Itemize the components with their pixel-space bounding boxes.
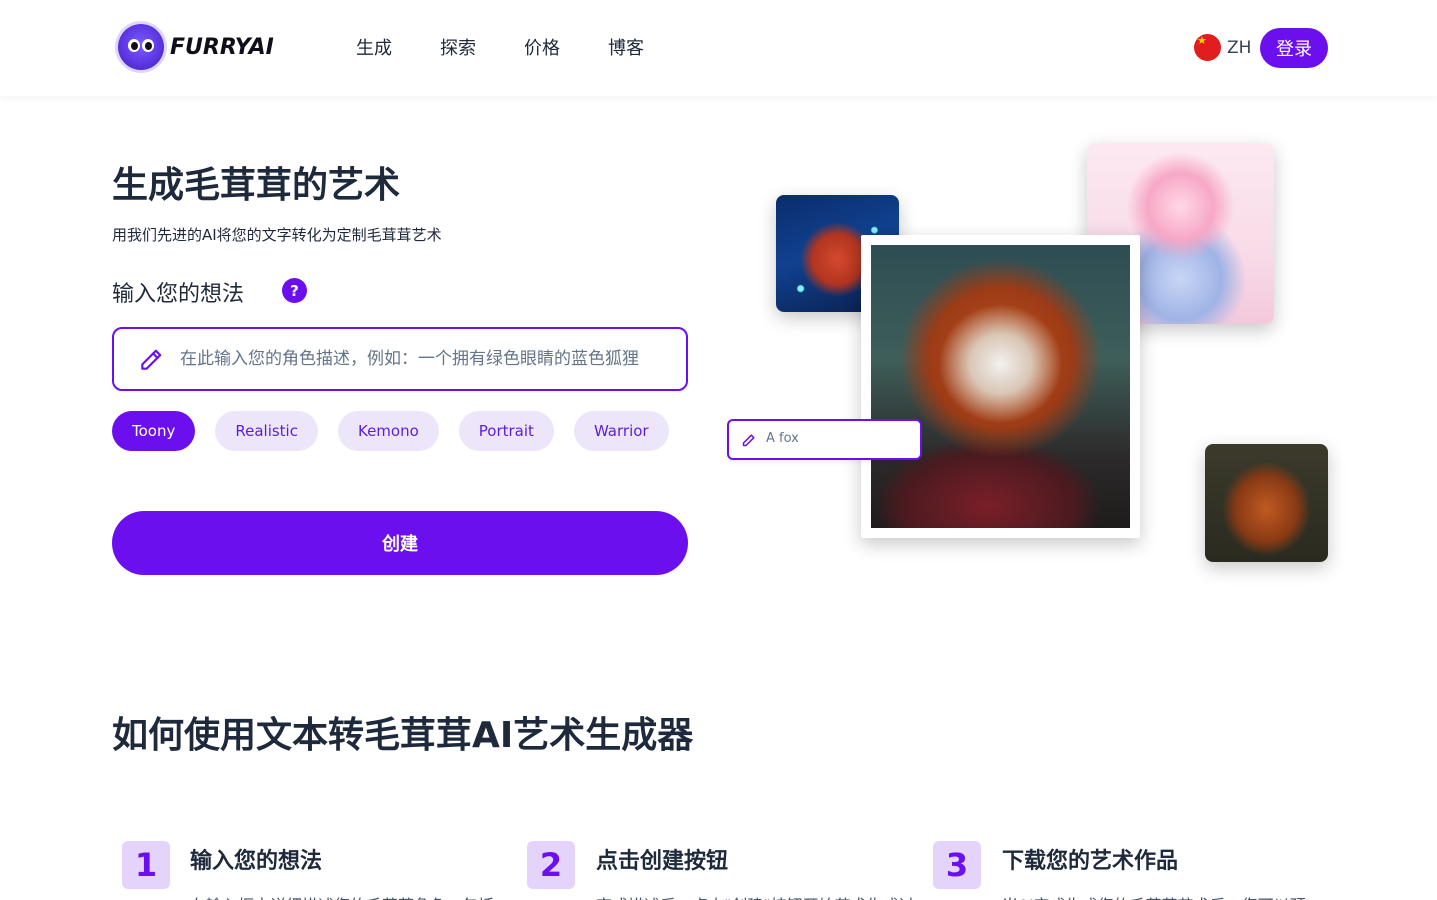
nav-blog[interactable]: 博客 — [608, 34, 644, 60]
sample-image-realistic-fox — [1205, 444, 1328, 562]
brand-logo[interactable]: FURRYAI — [118, 24, 274, 70]
question-icon[interactable]: ? — [282, 278, 307, 303]
brand-name: FURRYAI — [170, 34, 274, 60]
style-chip-toony[interactable]: Toony — [112, 411, 196, 451]
language-switcher[interactable]: ZH — [1194, 34, 1251, 61]
fluffy-mascot-icon — [118, 24, 164, 70]
create-button[interactable]: 创建 — [112, 511, 688, 575]
step-desc-1: 在输入框中详细描述您的毛茸茸角色，包括 — [190, 892, 494, 900]
step-title-3: 下载您的艺术作品 — [1002, 849, 1179, 874]
step-desc-2: 完成描述后，点击"创建"按钮开始艺术生成过 — [596, 892, 915, 900]
style-chip-realistic[interactable]: Realistic — [215, 411, 318, 451]
style-chip-warrior[interactable]: Warrior — [573, 411, 669, 451]
nav-explore[interactable]: 探索 — [440, 34, 476, 60]
idea-label: 输入您的想法 — [112, 282, 245, 307]
step-desc-3: 当AI完成生成您的毛茸茸艺术后，您可以预 — [1002, 892, 1306, 900]
howto-title: 如何使用文本转毛茸茸AI艺术生成器 — [112, 715, 694, 756]
prompt-field[interactable] — [112, 327, 688, 391]
step-number-2: 2 — [527, 841, 575, 889]
nav-pricing[interactable]: 价格 — [524, 34, 560, 60]
china-flag-icon — [1194, 34, 1221, 61]
nav-generate[interactable]: 生成 — [356, 34, 392, 60]
step-title-2: 点击创建按钮 — [596, 849, 729, 874]
example-prompt-text: A fox — [766, 431, 799, 446]
hero-subtitle: 用我们先进的AI将您的文字转化为定制毛茸茸艺术 — [112, 226, 442, 244]
sample-image-armored-fox — [861, 235, 1140, 538]
login-button[interactable]: 登录 — [1260, 28, 1328, 68]
site-header: FURRYAI 生成 探索 价格 博客 ZH 登录 — [0, 0, 1437, 96]
main-nav: 生成 探索 价格 博客 — [356, 34, 644, 60]
example-prompt-box: A fox — [727, 419, 922, 460]
hero-title: 生成毛茸茸的艺术 — [112, 165, 401, 206]
armored-fox-photo — [871, 245, 1130, 528]
language-code: ZH — [1227, 37, 1252, 58]
style-chip-portrait[interactable]: Portrait — [458, 411, 554, 451]
prompt-input[interactable] — [180, 341, 656, 377]
style-chips: Toony Realistic Kemono Portrait Warrior — [112, 411, 669, 451]
step-number-1: 1 — [122, 841, 170, 889]
style-chip-kemono[interactable]: Kemono — [337, 411, 439, 451]
step-title-1: 输入您的想法 — [190, 849, 323, 874]
pencil-icon — [742, 434, 755, 447]
pencil-icon — [141, 349, 162, 370]
step-number-3: 3 — [933, 841, 981, 889]
